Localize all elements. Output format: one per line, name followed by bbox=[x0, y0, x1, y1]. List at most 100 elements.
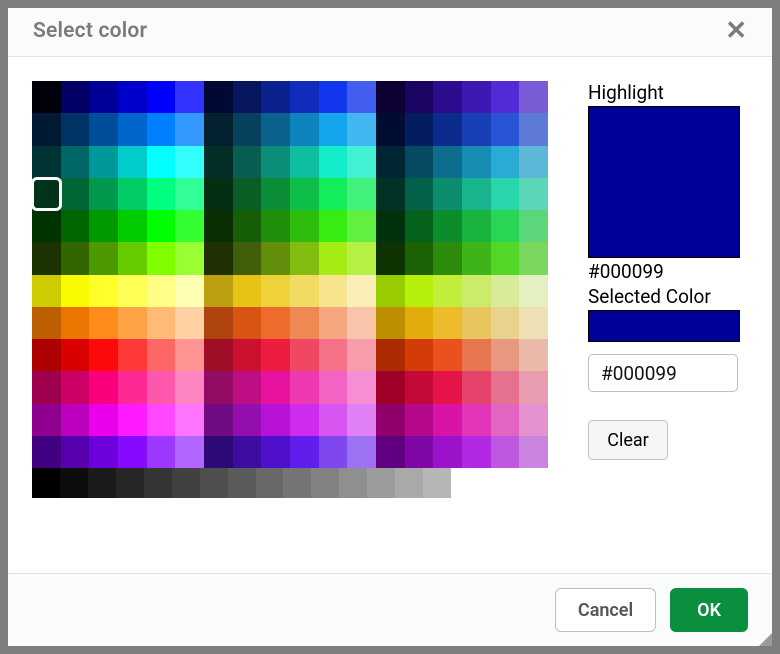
color-swatch[interactable] bbox=[261, 307, 290, 339]
color-swatch[interactable] bbox=[491, 178, 520, 210]
color-swatch[interactable] bbox=[347, 436, 376, 468]
gray-swatch[interactable] bbox=[339, 468, 367, 498]
color-swatch[interactable] bbox=[89, 81, 118, 113]
color-swatch[interactable] bbox=[376, 210, 405, 242]
color-swatch[interactable] bbox=[89, 178, 118, 210]
color-swatch[interactable] bbox=[319, 178, 348, 210]
color-swatch[interactable] bbox=[290, 210, 319, 242]
color-swatch[interactable] bbox=[175, 307, 204, 339]
color-swatch[interactable] bbox=[261, 81, 290, 113]
color-swatch[interactable] bbox=[491, 371, 520, 403]
color-swatch[interactable] bbox=[462, 404, 491, 436]
color-swatch[interactable] bbox=[462, 371, 491, 403]
color-swatch[interactable] bbox=[376, 307, 405, 339]
color-swatch[interactable] bbox=[433, 146, 462, 178]
color-swatch[interactable] bbox=[433, 81, 462, 113]
color-swatch[interactable] bbox=[405, 404, 434, 436]
color-swatch[interactable] bbox=[233, 113, 262, 145]
color-swatch[interactable] bbox=[147, 275, 176, 307]
gray-swatch[interactable] bbox=[423, 468, 451, 498]
color-swatch[interactable] bbox=[32, 307, 61, 339]
color-swatch[interactable] bbox=[347, 146, 376, 178]
color-swatch[interactable] bbox=[519, 178, 548, 210]
color-swatch[interactable] bbox=[32, 275, 61, 307]
color-swatch[interactable] bbox=[204, 242, 233, 274]
color-swatch[interactable] bbox=[462, 146, 491, 178]
color-swatch[interactable] bbox=[118, 113, 147, 145]
color-swatch[interactable] bbox=[233, 242, 262, 274]
color-swatch[interactable] bbox=[204, 146, 233, 178]
color-swatch[interactable] bbox=[118, 339, 147, 371]
color-swatch[interactable] bbox=[319, 371, 348, 403]
color-swatch[interactable] bbox=[347, 404, 376, 436]
color-swatch[interactable] bbox=[175, 404, 204, 436]
color-swatch[interactable] bbox=[204, 371, 233, 403]
color-swatch[interactable] bbox=[61, 339, 90, 371]
gray-swatch[interactable] bbox=[311, 468, 339, 498]
color-swatch[interactable] bbox=[462, 307, 491, 339]
color-swatch[interactable] bbox=[491, 146, 520, 178]
color-swatch[interactable] bbox=[519, 210, 548, 242]
color-swatch[interactable] bbox=[118, 307, 147, 339]
color-swatch[interactable] bbox=[61, 113, 90, 145]
color-swatch[interactable] bbox=[89, 404, 118, 436]
gray-swatch[interactable] bbox=[144, 468, 172, 498]
gray-swatch[interactable] bbox=[32, 468, 60, 498]
color-swatch[interactable] bbox=[347, 178, 376, 210]
color-swatch[interactable] bbox=[433, 210, 462, 242]
gray-swatch[interactable] bbox=[172, 468, 200, 498]
color-swatch[interactable] bbox=[491, 307, 520, 339]
color-swatch[interactable] bbox=[319, 81, 348, 113]
color-swatch[interactable] bbox=[204, 404, 233, 436]
gray-strip[interactable] bbox=[32, 468, 451, 498]
color-swatch[interactable] bbox=[319, 113, 348, 145]
color-swatch[interactable] bbox=[89, 307, 118, 339]
color-swatch[interactable] bbox=[32, 242, 61, 274]
color-swatch[interactable] bbox=[319, 146, 348, 178]
color-swatch[interactable] bbox=[147, 371, 176, 403]
color-swatch[interactable] bbox=[118, 404, 147, 436]
color-swatch[interactable] bbox=[147, 242, 176, 274]
color-swatch[interactable] bbox=[233, 436, 262, 468]
color-swatch[interactable] bbox=[519, 242, 548, 274]
color-swatch[interactable] bbox=[175, 242, 204, 274]
color-swatch[interactable] bbox=[61, 404, 90, 436]
color-swatch[interactable] bbox=[261, 146, 290, 178]
color-swatch[interactable] bbox=[319, 242, 348, 274]
gray-swatch[interactable] bbox=[367, 468, 395, 498]
color-swatch[interactable] bbox=[147, 178, 176, 210]
color-swatch[interactable] bbox=[290, 371, 319, 403]
color-swatch[interactable] bbox=[433, 436, 462, 468]
color-swatch[interactable] bbox=[433, 178, 462, 210]
gray-swatch[interactable] bbox=[395, 468, 423, 498]
color-swatch[interactable] bbox=[347, 339, 376, 371]
color-swatch[interactable] bbox=[118, 210, 147, 242]
color-swatch[interactable] bbox=[147, 307, 176, 339]
color-swatch[interactable] bbox=[261, 275, 290, 307]
color-swatch[interactable] bbox=[519, 371, 548, 403]
resize-grip-icon[interactable] bbox=[759, 633, 772, 646]
color-swatch[interactable] bbox=[347, 275, 376, 307]
color-swatch[interactable] bbox=[519, 339, 548, 371]
color-swatch[interactable] bbox=[118, 275, 147, 307]
color-swatch[interactable] bbox=[32, 113, 61, 145]
color-swatch[interactable] bbox=[405, 371, 434, 403]
color-swatch[interactable] bbox=[89, 275, 118, 307]
color-swatch[interactable] bbox=[261, 339, 290, 371]
color-swatch[interactable] bbox=[405, 210, 434, 242]
color-swatch[interactable] bbox=[89, 113, 118, 145]
gray-swatch[interactable] bbox=[60, 468, 88, 498]
close-icon[interactable]: ✕ bbox=[725, 18, 747, 44]
color-swatch[interactable] bbox=[175, 81, 204, 113]
color-swatch[interactable] bbox=[319, 210, 348, 242]
color-swatch[interactable] bbox=[89, 339, 118, 371]
color-swatch[interactable] bbox=[32, 146, 61, 178]
color-swatch[interactable] bbox=[462, 339, 491, 371]
color-swatch[interactable] bbox=[433, 275, 462, 307]
color-swatch[interactable] bbox=[376, 113, 405, 145]
color-swatch[interactable] bbox=[376, 178, 405, 210]
color-swatch[interactable] bbox=[204, 275, 233, 307]
color-swatch[interactable] bbox=[433, 242, 462, 274]
color-swatch[interactable] bbox=[118, 81, 147, 113]
color-swatch[interactable] bbox=[175, 210, 204, 242]
